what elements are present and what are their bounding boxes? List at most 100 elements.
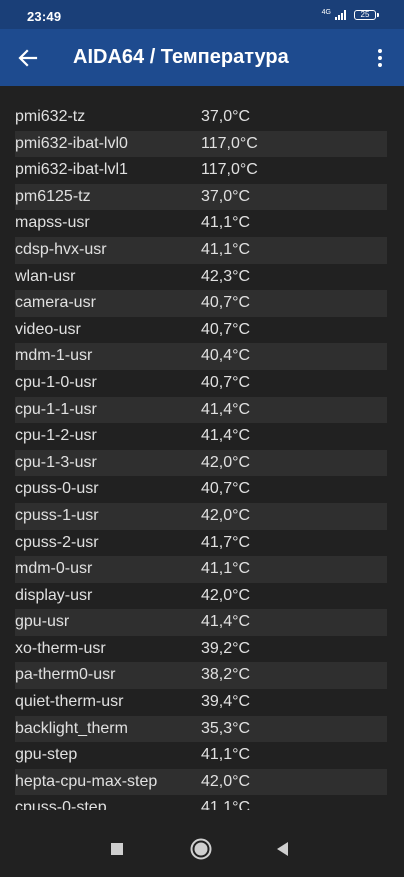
sensor-name: backlight_therm [15, 719, 128, 737]
back-nav-button[interactable] [268, 834, 298, 864]
sensor-value: 40,7°C [201, 480, 251, 498]
navigation-bar [0, 820, 404, 877]
sensor-value: 42,0°C [201, 586, 251, 604]
sensor-row: mapss-usr 41,1°C [15, 210, 387, 237]
sensor-value: 42,3°C [201, 267, 251, 285]
sensor-row: wlan-usr 42,3°C [15, 264, 387, 291]
sensor-value: 117,0°C [201, 161, 258, 179]
sensor-name: cdsp-hvx-usr [15, 240, 107, 258]
more-vert-icon [378, 49, 382, 53]
sensor-name: mdm-1-usr [15, 347, 93, 365]
sensor-value: 40,7°C [201, 373, 251, 391]
sensor-row: pmi632-tz 37,0°C [15, 104, 387, 131]
sensor-value: 41,1°C [201, 240, 251, 258]
sensor-row: cpuss-1-usr 42,0°C [15, 502, 387, 530]
sensor-value: 41,1°C [201, 746, 251, 764]
sensor-row: cdsp-hvx-usr 41,1°C [15, 236, 387, 264]
sensor-name: cpuss-1-usr [15, 506, 99, 524]
sensor-name: gpu-usr [15, 613, 70, 631]
sensor-name: mdm-0-usr [15, 560, 93, 578]
sensor-name: cpuss-2-usr [15, 533, 99, 551]
sensor-name: display-usr [15, 586, 93, 604]
sensor-name: cpuss-0-usr [15, 480, 99, 498]
sensor-list[interactable]: pmi632-tz 37,0°C pmi632-ibat-lvl0 117,0°C pm… [0, 104, 404, 810]
sensor-value: 41,4°C [201, 427, 251, 445]
sensor-row: display-usr 42,0°C [15, 583, 387, 610]
sensor-name: video-usr [15, 320, 81, 338]
sensor-name: pa-therm0-usr [15, 666, 116, 684]
sensor-row: mdm-0-usr 41,1°C [15, 556, 387, 583]
sensor-value: 41,4°C [201, 400, 251, 418]
sensor-row: cpuss-2-usr 41,7°C [15, 530, 387, 557]
sensor-name: camera-usr [15, 294, 96, 312]
sensor-name: pmi632-ibat-lvl0 [15, 134, 128, 152]
sensor-value: 117,0°C [201, 134, 258, 152]
sensor-name: cpu-1-2-usr [15, 427, 97, 445]
sensor-value: 40,4°C [201, 347, 251, 365]
sensor-name: xo-therm-usr [15, 639, 106, 657]
sensor-name: cpu-1-1-usr [15, 400, 97, 418]
sensor-row: cpu-1-3-usr 42,0°C [15, 449, 387, 477]
home-button[interactable] [186, 834, 216, 864]
sensor-row: backlight_therm 35,3°C [15, 715, 387, 743]
sensor-row: cpu-1-2-usr 41,4°C [15, 423, 387, 450]
arrow-left-icon [18, 49, 38, 67]
sensor-value: 38,2°C [201, 666, 251, 684]
sensor-row: gpu-step 41,1°C [15, 742, 387, 769]
sensor-value: 41,7°C [201, 533, 251, 551]
sensor-row: cpu-1-0-usr 40,7°C [15, 370, 387, 397]
back-button[interactable] [14, 44, 42, 72]
battery-level: 25 [360, 10, 370, 19]
sensor-row: video-usr 40,7°C [15, 317, 387, 344]
sensor-value: 41,1°C [201, 214, 251, 232]
sensor-value: 42,0°C [201, 506, 251, 524]
sensor-name: wlan-usr [15, 267, 76, 285]
sensor-value: 37,0°C [201, 187, 251, 205]
sensor-name: quiet-therm-usr [15, 693, 124, 711]
home-circle-icon [190, 838, 212, 860]
sensor-row: pa-therm0-usr 38,2°C [15, 662, 387, 690]
sensor-value: 39,2°C [201, 639, 251, 657]
sensor-row: gpu-usr 41,4°C [15, 609, 387, 636]
sensor-value: 41,1°C [201, 560, 251, 578]
network-type-label: 4G [321, 8, 331, 16]
battery-icon: 25 [354, 10, 379, 20]
sensor-row: quiet-therm-usr 39,4°C [15, 689, 387, 716]
status-time: 23:49 [27, 9, 62, 24]
sensor-value: 37,0°C [201, 108, 251, 125]
app-bar: AIDA64 / Температура [0, 29, 404, 86]
sensor-value: 42,0°C [201, 453, 251, 471]
sensor-row: cpuss-0-step 41,1°C [15, 795, 387, 810]
sensor-row: camera-usr 40,7°C [15, 290, 387, 317]
sensor-value: 40,7°C [201, 294, 251, 312]
status-bar: 23:49 4G 25 [0, 0, 404, 29]
sensor-value: 35,3°C [201, 719, 251, 737]
sensor-row: cpuss-0-usr 40,7°C [15, 476, 387, 503]
back-triangle-icon [277, 842, 288, 856]
sensor-name: cpu-1-0-usr [15, 373, 97, 391]
sensor-name: pm6125-tz [15, 187, 91, 205]
sensor-name: mapss-usr [15, 214, 90, 232]
signal-strength-icon [335, 10, 346, 20]
sensor-name: hepta-cpu-max-step [15, 772, 158, 790]
status-icons: 4G 25 [321, 8, 379, 20]
recents-button[interactable] [102, 834, 132, 864]
sensor-name: cpuss-0-step [15, 799, 107, 810]
sensor-row: mdm-1-usr 40,4°C [15, 343, 387, 370]
sensor-value: 40,7°C [201, 320, 251, 338]
sensor-name: pmi632-ibat-lvl1 [15, 161, 128, 179]
sensor-value: 39,4°C [201, 693, 251, 711]
sensor-row: pmi632-ibat-lvl1 117,0°C [15, 157, 387, 184]
sensor-row: hepta-cpu-max-step 42,0°C [15, 768, 387, 796]
page-title: AIDA64 / Температура [73, 46, 289, 68]
overflow-menu-button[interactable] [368, 44, 392, 72]
sensor-row: xo-therm-usr 39,2°C [15, 636, 387, 663]
sensor-value: 42,0°C [201, 772, 251, 790]
sensor-name: pmi632-tz [15, 108, 86, 125]
recents-square-icon [111, 843, 123, 855]
sensor-row: pmi632-ibat-lvl0 117,0°C [15, 130, 387, 158]
sensor-value: 41,4°C [201, 613, 251, 631]
sensor-name: gpu-step [15, 746, 78, 764]
sensor-name: cpu-1-3-usr [15, 453, 97, 471]
sensor-value: 41,1°C [201, 799, 251, 810]
